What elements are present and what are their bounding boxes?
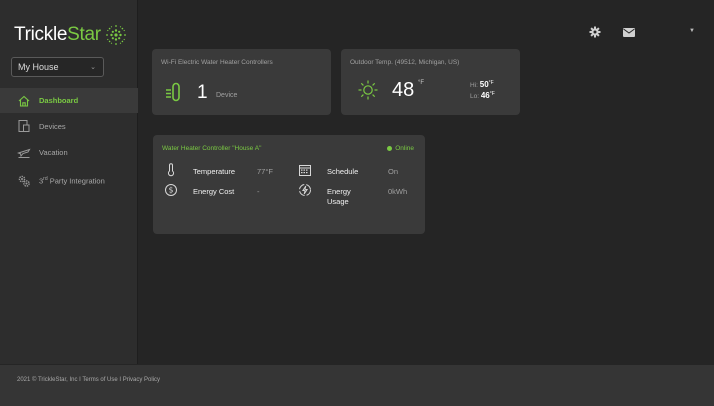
- terms-of-use-link[interactable]: Terms of Use: [82, 377, 117, 383]
- energy-cost-value: -: [257, 187, 260, 196]
- heater-icon: [166, 82, 180, 102]
- outdoor-temp-hi: Hi: 50°F: [470, 80, 494, 90]
- outdoor-temp-lo: Lo: 46°F: [470, 91, 495, 101]
- sidebar-item-label: 3rd Party Integration: [39, 176, 105, 186]
- tricklestar-logo[interactable]: TrickleStar: [14, 22, 129, 48]
- outdoor-temp-unit: °F: [418, 80, 425, 86]
- outdoor-temp-card[interactable]: Outdoor Temp. (49512, Michigan, US) 48 °…: [341, 49, 520, 115]
- water-heater-card[interactable]: Water Heater Controller "House A" Online…: [153, 135, 425, 234]
- dollar-icon: $: [165, 184, 177, 196]
- controllers-card-title: Wi-Fi Electric Water Heater Controllers: [161, 59, 273, 66]
- sidebar-item-devices[interactable]: Devices: [0, 113, 138, 139]
- sidebar: TrickleStar My House ⌄ Dashboard Devices…: [0, 0, 138, 364]
- energy-usage-label: Energy Usage: [327, 187, 351, 206]
- sidebar-item-dashboard[interactable]: Dashboard: [0, 88, 138, 113]
- sidebar-item-label: Vacation: [39, 147, 68, 157]
- mail-icon[interactable]: [623, 28, 635, 37]
- plane-icon: [17, 148, 31, 158]
- devices-icon: [18, 120, 30, 132]
- svg-text:$: $: [169, 186, 174, 195]
- status-dot: [387, 146, 393, 151]
- privacy-policy-link[interactable]: Privacy Policy: [123, 377, 160, 383]
- sun-icon: [358, 80, 378, 100]
- gear-icon[interactable]: [589, 26, 601, 38]
- logo-burst-icon: [105, 25, 126, 45]
- calendar-icon: [299, 165, 311, 176]
- schedule-value: On: [388, 167, 399, 176]
- house-select-value: My House: [18, 62, 59, 72]
- sidebar-item-vacation[interactable]: Vacation: [0, 139, 138, 165]
- sidebar-nav: Dashboard Devices Vacation 3rd Party Int…: [0, 88, 138, 194]
- sidebar-item-label: Devices: [39, 121, 66, 131]
- status-badge: Online: [387, 145, 414, 152]
- thermometer-icon: [167, 163, 175, 177]
- caret-down-icon[interactable]: ▼: [689, 28, 695, 34]
- footer-copyright: 2021 © TrickleStar, Inc: [17, 377, 78, 383]
- temperature-value: 77°F: [257, 167, 273, 176]
- energy-icon: [299, 184, 311, 196]
- home-icon: [18, 95, 30, 107]
- controllers-count: 1: [197, 82, 208, 103]
- chevron-down-icon: ⌄: [90, 64, 96, 71]
- footer: 2021 © TrickleStar, Inc I Terms of Use I…: [0, 365, 714, 406]
- schedule-label: Schedule: [327, 167, 359, 176]
- water-heater-title: Water Heater Controller "House A": [162, 145, 262, 152]
- logo-text: TrickleStar: [14, 24, 101, 45]
- footer-text: 2021 © TrickleStar, Inc I Terms of Use I…: [17, 377, 161, 383]
- energy-usage-value: 0kWh: [388, 187, 408, 196]
- energy-cost-label: Energy Cost: [193, 187, 235, 196]
- outdoor-temp-value: 48: [392, 79, 415, 101]
- controllers-card[interactable]: Wi-Fi Electric Water Heater Controllers …: [152, 49, 331, 115]
- temperature-label: Temperature: [193, 167, 236, 176]
- sidebar-item-label: Dashboard: [39, 96, 79, 105]
- gears-icon: [18, 175, 30, 187]
- outdoor-temp-title: Outdoor Temp. (49512, Michigan, US): [350, 59, 460, 66]
- sidebar-item-3rd-party-integration[interactable]: 3rd Party Integration: [0, 168, 138, 194]
- controllers-unit: Device: [216, 92, 238, 99]
- house-select[interactable]: My House ⌄: [11, 57, 104, 77]
